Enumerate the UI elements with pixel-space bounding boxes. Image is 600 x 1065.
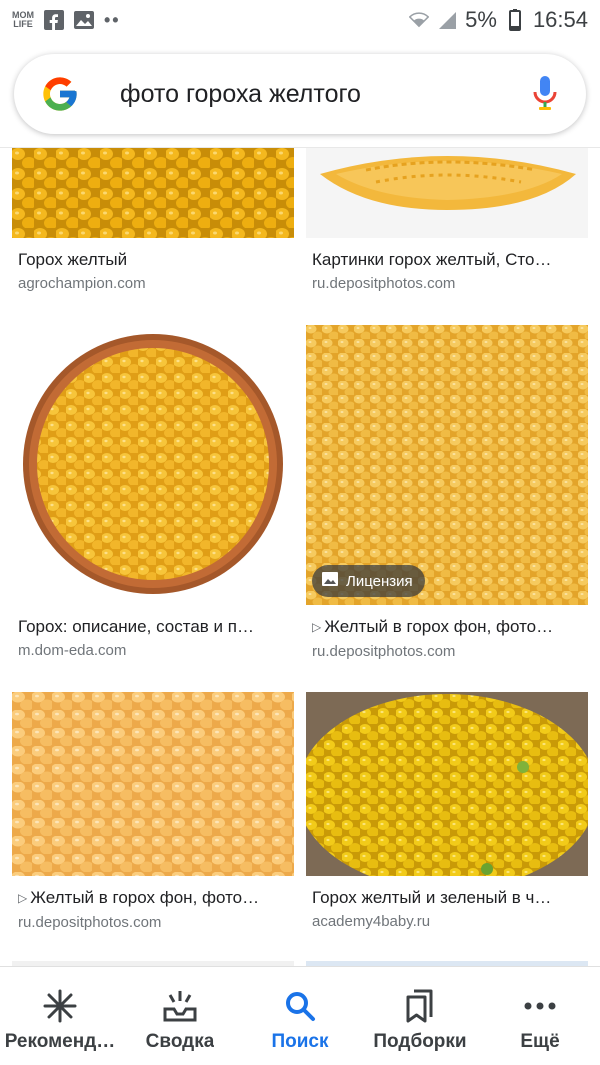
search-header bbox=[0, 40, 600, 148]
nav-label: Поиск bbox=[271, 1031, 329, 1052]
image-result-card[interactable]: Горох: описание, состав и п… m.dom-eda.c… bbox=[12, 325, 294, 663]
image-result-card[interactable]: ▷ Желтый в горох фон, фото… ru.depositpho… bbox=[12, 692, 294, 935]
image-results-grid: Горох желтый agrochampion.com Картинки г… bbox=[0, 148, 600, 966]
battery-icon bbox=[505, 9, 525, 31]
nav-label: Рекоменд… bbox=[4, 1031, 116, 1052]
more-dots-icon: •• bbox=[104, 9, 121, 30]
play-icon: ▷ bbox=[312, 620, 322, 634]
result-title[interactable]: Горох желтый bbox=[18, 248, 294, 272]
image-result-card[interactable]: Горох желтый и зеленый в ч… academy4baby… bbox=[306, 692, 588, 934]
result-title[interactable]: ▷ Желтый в горох фон, фото… bbox=[312, 615, 588, 640]
play-icon: ▷ bbox=[18, 891, 28, 905]
result-domain: ru.depositphotos.com bbox=[18, 914, 162, 931]
result-title[interactable]: Горох: описание, состав и п… bbox=[18, 615, 294, 639]
image-result-card[interactable]: Лицензия ▷ Желтый в горох фон, фото… ru.d… bbox=[306, 325, 588, 664]
result-domain: ru.depositphotos.com bbox=[312, 275, 456, 292]
result-thumbnail[interactable] bbox=[12, 325, 294, 605]
license-badge[interactable]: Лицензия bbox=[312, 565, 425, 597]
license-label: Лицензия bbox=[346, 572, 413, 590]
inbox-updates-icon bbox=[162, 989, 198, 1023]
search-input[interactable] bbox=[120, 79, 530, 109]
nav-label: Ещё bbox=[520, 1031, 560, 1052]
wifi-icon bbox=[409, 10, 430, 30]
image-result-card[interactable]: Горох желтый agrochampion.com bbox=[12, 148, 294, 296]
result-domain: agrochampion.com bbox=[18, 275, 146, 292]
result-thumbnail[interactable]: Лицензия bbox=[306, 325, 588, 605]
status-bar: MOM LIFE •• 5% 16:54 bbox=[0, 0, 600, 40]
result-title[interactable]: Горох желтый и зеленый в ч… bbox=[312, 886, 588, 910]
bottom-navigation: Рекоменд… Сводка Поиск Подборки Ещё bbox=[0, 966, 600, 1065]
result-domain: academy4baby.ru bbox=[312, 913, 431, 930]
clock: 16:54 bbox=[532, 7, 588, 32]
result-thumbnail[interactable] bbox=[306, 692, 588, 876]
image-result-card[interactable]: Картинки горох желтый, Сто… ru.depositph… bbox=[306, 148, 588, 296]
nav-label: Подборки bbox=[373, 1031, 467, 1052]
result-domain: m.dom-eda.com bbox=[18, 642, 127, 659]
result-thumbnail[interactable] bbox=[12, 148, 294, 238]
result-thumbnail[interactable] bbox=[306, 148, 588, 238]
gallery-icon bbox=[74, 10, 94, 30]
search-icon bbox=[282, 989, 318, 1023]
result-domain: ru.depositphotos.com bbox=[312, 643, 456, 660]
facebook-icon bbox=[44, 10, 64, 30]
nav-label: Сводка bbox=[145, 1031, 215, 1052]
nav-more[interactable]: Ещё bbox=[480, 967, 600, 1065]
nav-updates[interactable]: Сводка bbox=[120, 967, 240, 1065]
image-icon bbox=[322, 572, 338, 590]
signal-icon bbox=[437, 10, 457, 30]
nav-search[interactable]: Поиск bbox=[240, 967, 360, 1065]
collections-icon bbox=[402, 989, 438, 1023]
nav-collections[interactable]: Подборки bbox=[360, 967, 480, 1065]
nav-discover[interactable]: Рекоменд… bbox=[0, 967, 120, 1065]
asterisk-icon bbox=[42, 989, 78, 1023]
more-horizontal-icon bbox=[522, 989, 558, 1023]
search-box[interactable] bbox=[14, 54, 586, 134]
result-title[interactable]: ▷ Желтый в горох фон, фото… bbox=[18, 886, 294, 911]
result-title[interactable]: Картинки горох желтый, Сто… bbox=[312, 248, 588, 272]
momlife-icon: MOM LIFE bbox=[12, 10, 34, 29]
google-g-icon[interactable] bbox=[40, 74, 80, 114]
battery-percent: 5% bbox=[465, 7, 497, 32]
result-thumbnail[interactable] bbox=[12, 692, 294, 876]
microphone-icon[interactable] bbox=[530, 74, 560, 114]
